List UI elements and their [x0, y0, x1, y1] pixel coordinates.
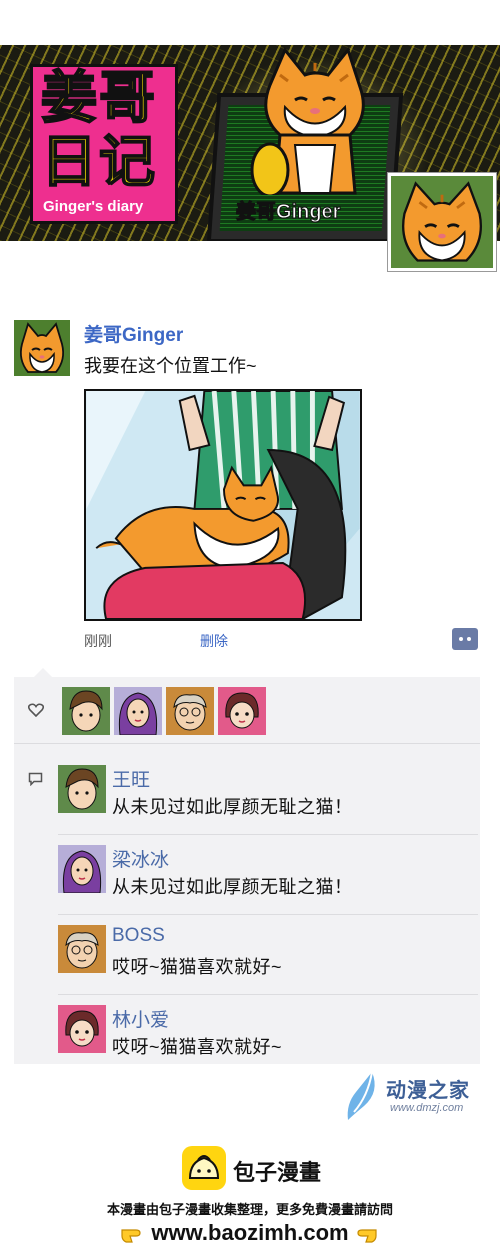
- like-avatar-wangwang[interactable]: [62, 687, 110, 735]
- dmzj-watermark: 动漫之家 www.dmzj.com: [340, 1068, 490, 1124]
- more-icon[interactable]: [452, 628, 478, 650]
- comment-text: 哎呀~猫猫喜欢就好~: [112, 1037, 283, 1057]
- likes-comments-panel: 王旺 从未见过如此厚颜无耻之猫！ 梁冰冰 从未见过如此厚颜无耻之猫！ BOSS …: [14, 668, 480, 1064]
- heart-icon: [28, 703, 44, 717]
- dmzj-brand: 动漫之家: [386, 1080, 470, 1102]
- post-image[interactable]: [84, 389, 362, 621]
- comment-text: 从未见过如此厚颜无耻之猫！: [112, 797, 353, 817]
- pointing-hand-icon: [357, 1229, 377, 1243]
- comment-text: 哎呀~猫猫喜欢就好~: [112, 957, 283, 977]
- like-avatar-boss[interactable]: [166, 687, 214, 735]
- logo-subtitle: Ginger's diary: [43, 198, 144, 215]
- commenter-avatar[interactable]: [58, 845, 106, 893]
- commenter-name[interactable]: 王旺: [112, 765, 150, 792]
- dmzj-logo-icon: [347, 1071, 375, 1120]
- ginger-cat-avatar-icon: [14, 320, 70, 376]
- post-text: 我要在这个位置工作~: [84, 356, 257, 376]
- baozi-logo-icon: [182, 1146, 226, 1190]
- logo-title-line1: 姜哥: [40, 66, 157, 131]
- delete-link[interactable]: 删除: [200, 631, 228, 651]
- like-avatar-liangbingbing[interactable]: [114, 687, 162, 735]
- baozi-description: 本漫畫由包子漫畫收集整理，更多免費漫畫請訪問: [106, 1202, 393, 1217]
- post-author-avatar[interactable]: [14, 320, 70, 376]
- baozi-name: 包子漫畫: [233, 1160, 322, 1185]
- ginger-cat-illustration: [250, 46, 365, 195]
- commenter-name[interactable]: 梁冰冰: [112, 845, 169, 872]
- cover-caption: 姜哥Ginger: [235, 201, 341, 224]
- likes-divider: [14, 743, 480, 744]
- logo-title-line2: 日记: [40, 130, 157, 195]
- profile-avatar[interactable]: [388, 173, 496, 271]
- commenter-avatar[interactable]: [58, 925, 106, 973]
- baozi-url[interactable]: www.baozimh.com: [0, 1220, 500, 1246]
- commenter-avatar[interactable]: [58, 1005, 106, 1053]
- comment-item[interactable]: 梁冰冰 从未见过如此厚颜无耻之猫！: [58, 835, 478, 915]
- dmzj-url: www.dmzj.com: [390, 1102, 464, 1114]
- commenter-name[interactable]: 林小爱: [112, 1005, 169, 1032]
- commenter-name[interactable]: BOSS: [112, 925, 165, 947]
- comment-item[interactable]: 王旺 从未见过如此厚颜无耻之猫！: [58, 755, 478, 835]
- office-chair-cat-illustration: [86, 391, 360, 619]
- comment-icon: [28, 772, 43, 786]
- ginger-cat-avatar-icon: [391, 176, 493, 268]
- diary-logo: 姜哥 日记 Ginger's diary: [30, 64, 178, 224]
- post-time: 刚刚: [84, 633, 112, 649]
- comment-text: 从未见过如此厚颜无耻之猫！: [112, 877, 353, 897]
- comment-item[interactable]: 林小爱 哎呀~猫猫喜欢就好~: [58, 995, 478, 1075]
- like-avatar-linxiaoai[interactable]: [218, 687, 266, 735]
- commenter-avatar[interactable]: [58, 765, 106, 813]
- post-author-name[interactable]: 姜哥Ginger: [84, 320, 183, 347]
- likes-list: [62, 687, 266, 735]
- comment-item[interactable]: BOSS 哎呀~猫猫喜欢就好~: [58, 915, 478, 995]
